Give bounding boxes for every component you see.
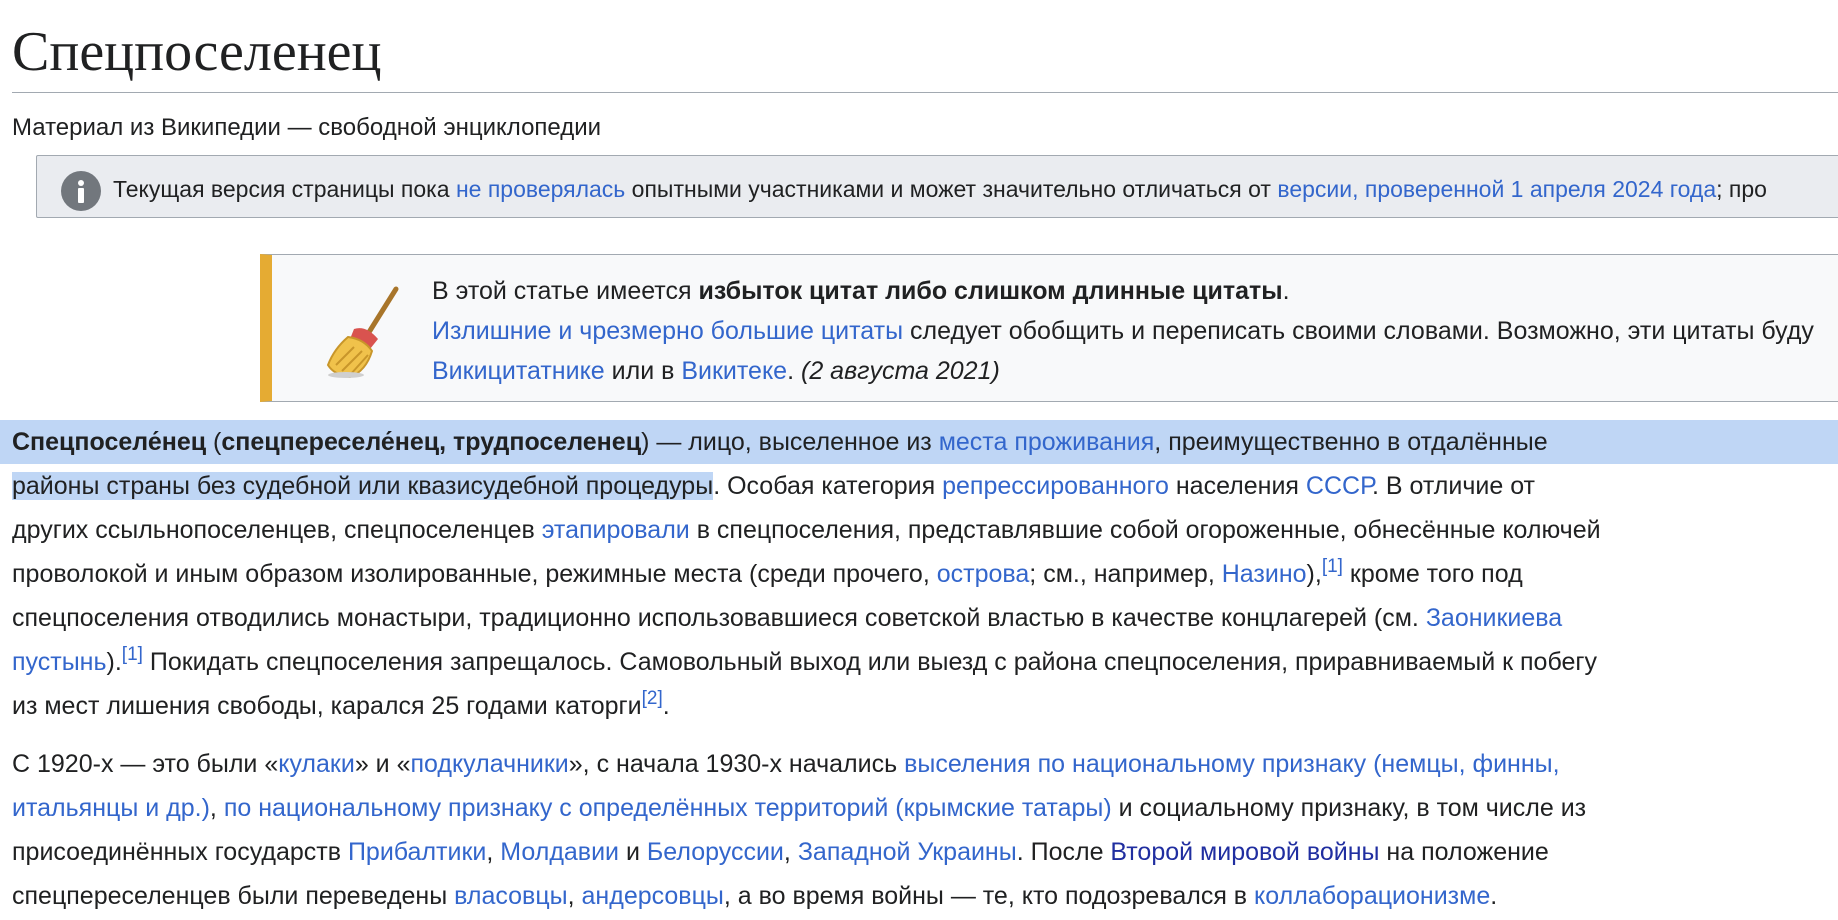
not-reviewed-link[interactable]: не проверялась [456,176,625,202]
quotes-warning-box: В этой статье имеется избыток цитат либо… [260,254,1838,402]
page-title: Спецпоселенец [12,12,1838,93]
ww2-link[interactable]: Второй мировой войны [1110,838,1379,866]
text-run: », с начала 1930-х начались [568,750,905,778]
text-run: других ссыльнопоселенцев, спецпоселенцев [12,516,542,544]
paragraph-line: районы страны без судебной или квазисуде… [12,464,1838,508]
notice-text: Текущая версия страницы пока не проверял… [113,172,1767,206]
text-run: , преимущественно в отдалённые [1154,428,1548,456]
page-subtitle: Материал из Википедии — свободной энцикл… [12,114,602,141]
text-run: присоединённых государств [12,838,348,866]
text-run: ( [206,428,222,456]
reference-1-link[interactable]: [1] [1322,556,1343,577]
etapirovali-link[interactable]: этапировали [542,516,690,544]
warning-text: следует обобщить и переписать своими сло… [903,317,1814,345]
notice-text-2: опытными участниками и может значительно… [625,176,1278,202]
paragraph-line: Спецпоселе́нец (спецпереселе́нец, трудпо… [0,420,1838,464]
text-run: спецпоселения отводились монастыри, трад… [12,604,1426,632]
place-of-residence-link[interactable]: места проживания [939,428,1155,456]
collaborationism-link[interactable]: коллаборационизме [1254,882,1490,910]
paragraph-line: других ссыльнопоселенцев, спецпоселенцев… [12,508,1838,552]
paragraph-line: присоединённых государств Прибалтики, Мо… [12,830,1838,874]
text-run: ). [106,648,122,676]
text-run: Покидать спецпоселения запрещалось. Само… [142,648,1598,676]
kulaki-link[interactable]: кулаки [278,750,355,778]
text-run: кроме того под [1342,560,1523,588]
warning-text: . [787,357,801,385]
paragraph-line: из мест лишения свободы, карался 25 года… [12,684,1838,728]
article-page: Спецпоселенец Материал из Википедии — св… [0,0,1838,920]
text-run: . [1490,882,1498,910]
paragraph-line: итальянцы и др.), по национальному призн… [12,786,1838,830]
text-run: , [567,882,582,910]
broom-icon [324,285,402,379]
notice-text-3: ; про [1716,176,1767,202]
islands-link[interactable]: острова [937,560,1030,588]
text-run: ), [1306,560,1322,588]
text-run: . В отличие от [1372,472,1535,500]
crimean-tatars-deportation-link[interactable]: по национальному признаку с определённых… [224,794,1112,822]
paragraph-line: пустынь).[1] Покидать спецпоселения запр… [12,640,1838,684]
reference-1-link[interactable]: [1] [122,644,143,665]
text-run: , а во время войны — те, кто подозревалс… [723,882,1255,910]
text-run: и социальному признаку, в том числе из [1111,794,1587,822]
text-run: проволокой и иным образом изолированные,… [12,560,937,588]
text-run: . После [1016,838,1111,866]
text-run: ; см., например, [1029,560,1222,588]
warning-date: (2 августа 2021) [801,357,1000,385]
belarus-link[interactable]: Белоруссии [647,838,784,866]
text-run: на положение [1379,838,1549,866]
paragraph-line: С 1920-х — это были «кулаки» и «подкулач… [12,742,1838,786]
nazino-link[interactable]: Назино [1222,560,1307,588]
ethnic-deportations-link-cont[interactable]: итальянцы и др.) [12,794,210,822]
text-run: С 1920-х — это были « [12,750,279,778]
text-run: , [209,794,224,822]
vlasovtsy-link[interactable]: власовцы [454,882,567,910]
warning-line-3: Викицитатнике или в Викитеке. (2 августа… [432,351,1814,391]
text-run: , [486,838,501,866]
zaonikieva-link[interactable]: Заоникиева [1426,604,1562,632]
repressed-link[interactable]: репрессированного [942,472,1169,500]
text-run: » и « [354,750,411,778]
warning-bold-text: избыток цитат либо слишком длинные цитат… [698,277,1283,305]
text-run: ) — лицо, выселенное из [641,428,939,456]
pustyn-link[interactable]: пустынь [12,648,107,676]
term-bold: Спецпоселе́нец [12,428,207,456]
selected-text: районы страны без судебной или квазисуде… [12,472,714,500]
ethnic-deportations-link[interactable]: выселения по национальному признаку (нем… [904,750,1560,778]
text-run: спецпереселенцев были переведены [12,882,455,910]
quotes-warning-text: В этой статье имеется избыток цитат либо… [432,271,1814,391]
ussr-link[interactable]: СССР [1306,472,1372,500]
reviewed-version-link[interactable]: версии, проверенной 1 апреля 2024 года [1277,176,1716,202]
western-ukraine-link[interactable]: Западной Украины [798,838,1017,866]
baltics-link[interactable]: Прибалтики [348,838,486,866]
text-run: . [662,692,670,720]
paragraph-line: спецпоселения отводились монастыри, трад… [12,596,1838,640]
text-run: , [783,838,798,866]
text-run: населения [1168,472,1306,500]
term-bold-alt: спецпереселе́нец, трудпоселенец [221,428,642,456]
wikiquote-link[interactable]: Викицитатнике [432,357,605,385]
paragraph-line: проволокой и иным образом изолированные,… [12,552,1838,596]
paragraph-line: спецпереселенцев были переведены власовц… [12,874,1838,918]
podkulachniki-link[interactable]: подкулачники [410,750,568,778]
andersovtsy-link[interactable]: андерсовцы [582,882,724,910]
text-run: из мест лишения свободы, карался 25 года… [12,692,642,720]
warning-line-2: Излишние и чрезмерно большие цитаты след… [432,311,1814,351]
info-icon [61,171,101,211]
warning-text: . [1282,277,1290,305]
reference-2-link[interactable]: [2] [642,688,663,709]
warning-text: В этой статье имеется [432,277,699,305]
wikisource-link[interactable]: Викитеке [681,357,787,385]
warning-line-1: В этой статье имеется избыток цитат либо… [432,271,1814,311]
text-run: . Особая категория [713,472,943,500]
text-run: и [619,838,647,866]
article-paragraph-1: Спецпоселе́нец (спецпереселе́нец, трудпо… [0,420,1838,728]
excessive-quotes-link[interactable]: Излишние и чрезмерно большие цитаты [432,317,903,345]
notice-text-1: Текущая версия страницы пока [113,176,456,202]
article-paragraph-2: С 1920-х — это были «кулаки» и «подкулач… [12,742,1838,918]
moldova-link[interactable]: Молдавии [500,838,619,866]
text-run: в спецпоселения, представлявшие собой ог… [689,516,1601,544]
warning-text: или в [604,357,682,385]
unreviewed-notice: Текущая версия страницы пока не проверял… [36,155,1838,218]
